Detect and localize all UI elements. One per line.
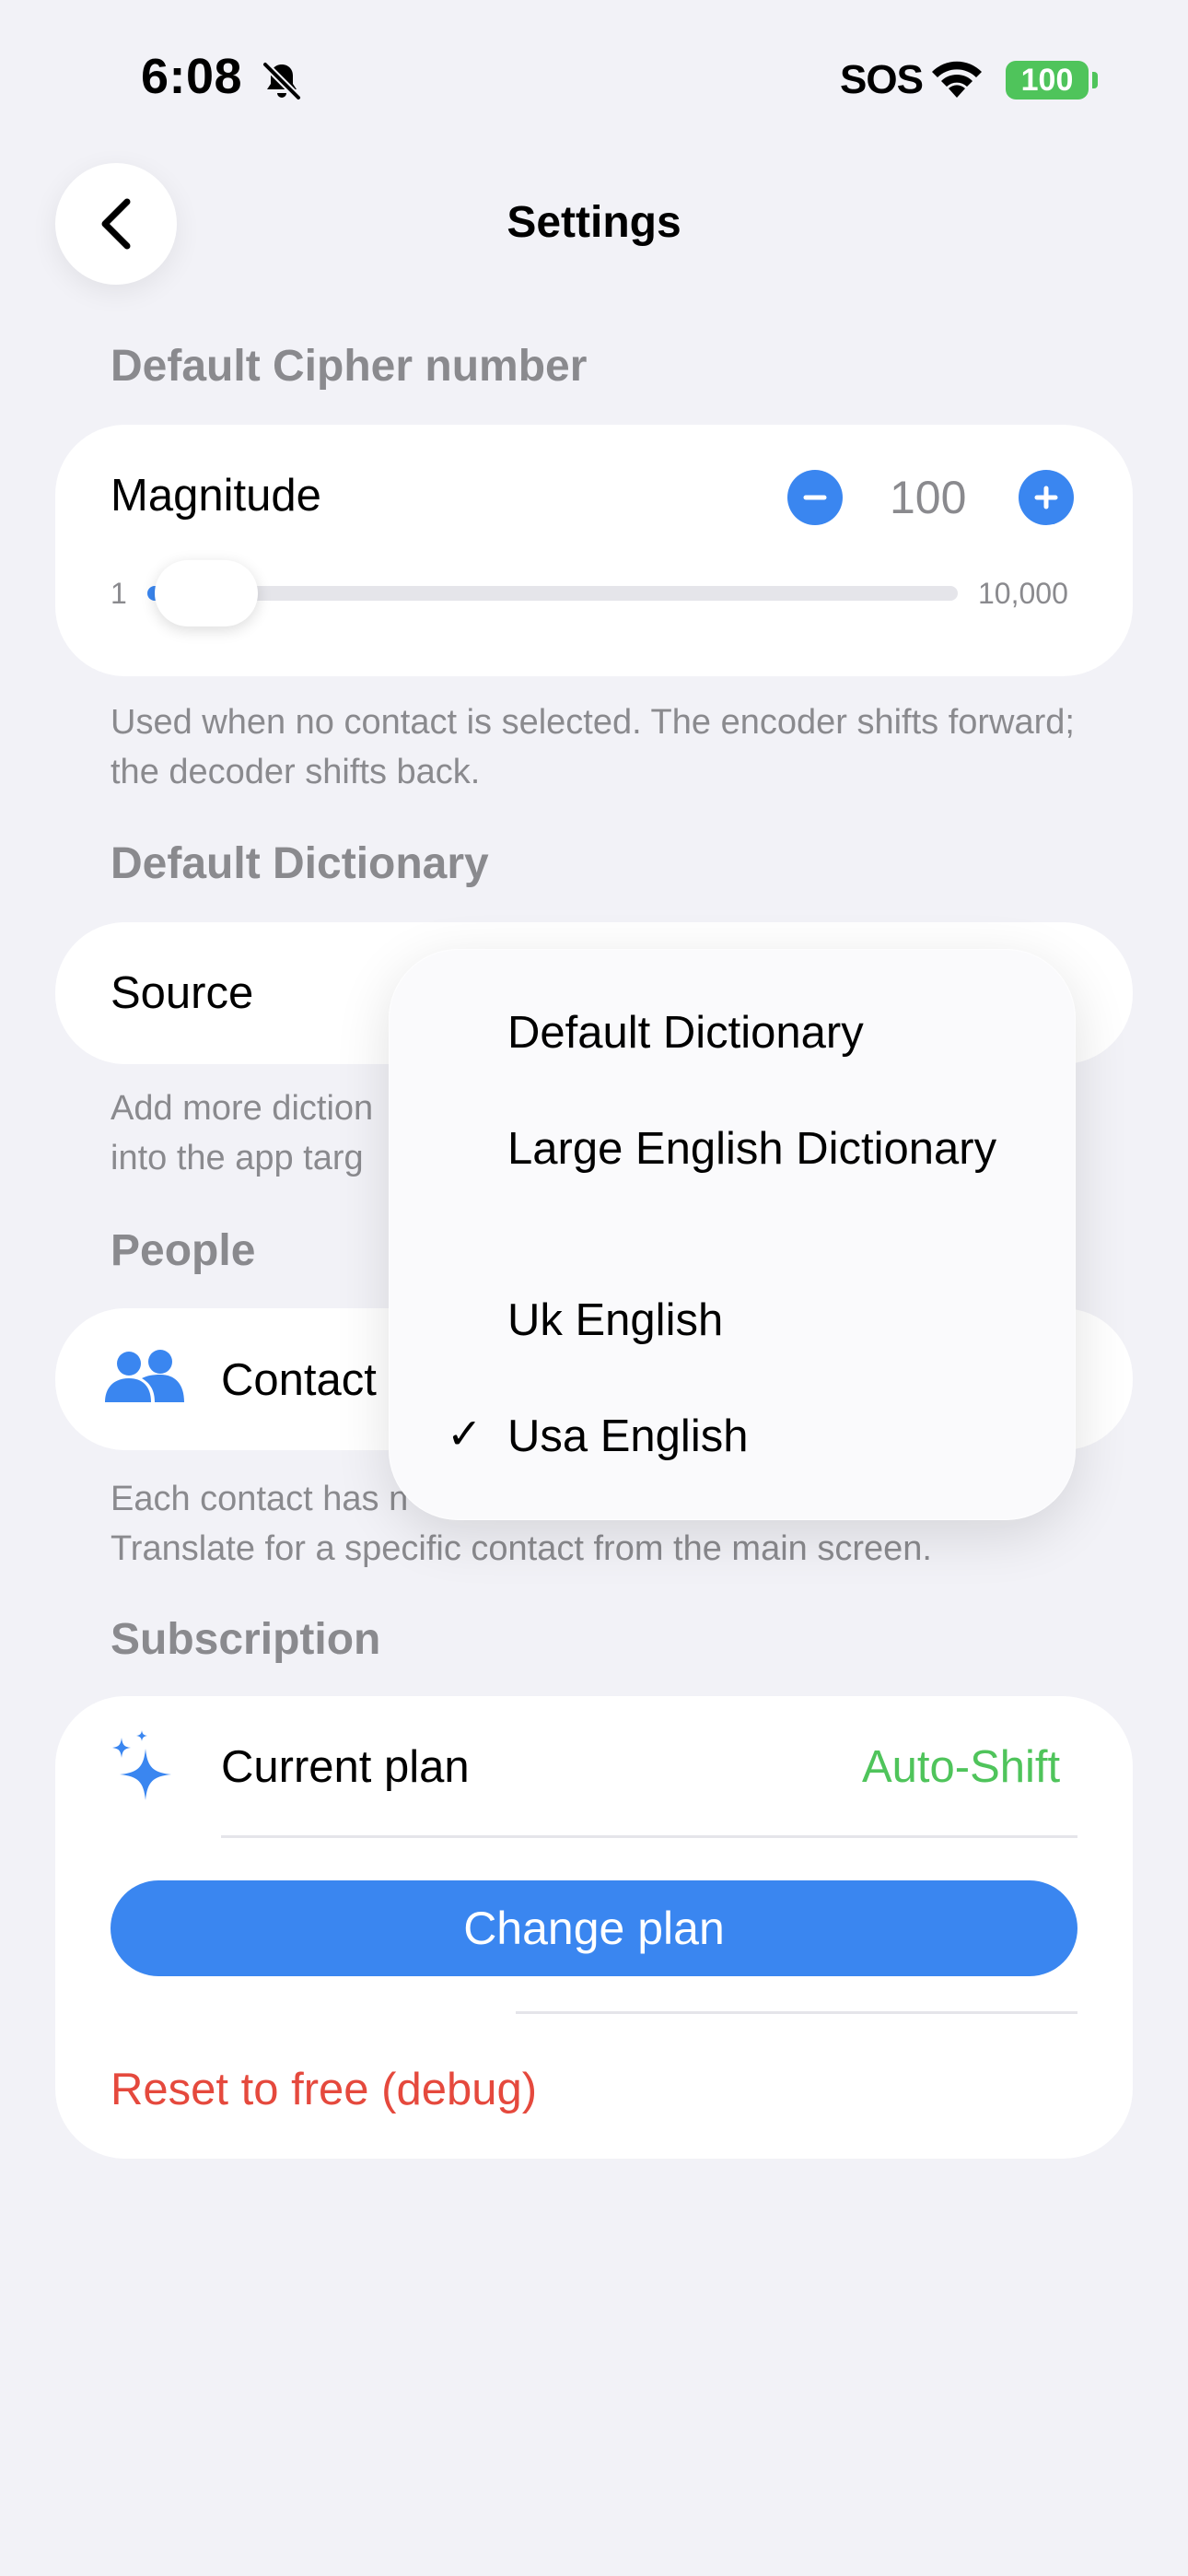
magnitude-label: Magnitude [111,471,321,521]
slider-min-label: 1 [111,577,127,610]
magnitude-card [55,425,1133,676]
cipher-footnote: Used when no contact is selected. The en… [111,703,1075,791]
contact-label: Contact [221,1355,377,1405]
minus-icon [803,495,827,500]
menu-item-default-dictionary[interactable]: Default Dictionary [507,1005,1023,1060]
sparkles-icon [112,1730,171,1800]
magnitude-value: 100 [890,472,967,523]
section-header-subscription: Subscription [111,1615,381,1664]
menu-item-large-english-dictionary[interactable]: Large English Dictionary [507,1121,1023,1177]
section-header-cipher: Default Cipher number [111,342,588,391]
checkmark-icon: ✓ [447,1410,483,1458]
status-time: 6:08 [141,49,243,104]
wifi-icon [932,61,982,98]
menu-item-usa-english[interactable]: Usa English [507,1409,1023,1464]
current-plan-label: Current plan [221,1742,470,1792]
people-icon [105,1350,184,1402]
battery-tip [1092,72,1098,88]
divider [221,1835,1077,1838]
divider [516,2011,1077,2014]
menu-item-uk-english[interactable]: Uk English [507,1293,1023,1348]
source-label: Source [111,968,254,1018]
page-title: Settings [507,198,681,247]
change-plan-button[interactable]: Change plan [111,1880,1077,1976]
slider-thumb[interactable] [155,560,258,626]
section-header-dictionary: Default Dictionary [111,839,489,888]
slider-track[interactable] [147,586,958,601]
bell-slash-icon [262,62,301,100]
battery-icon: 100 [1006,61,1089,100]
people-footnote-2: Translate for a specific contact from th… [111,1529,932,1568]
current-plan-value: Auto-Shift [862,1742,1061,1792]
reset-button[interactable]: Reset to free (debug) [111,2064,537,2115]
section-header-people: People [111,1226,256,1275]
plus-icon [1034,486,1058,509]
dictionary-menu: Default Dictionary Large English Diction… [389,949,1076,1520]
decrement-button[interactable] [787,470,843,525]
slider-max-label: 10,000 [978,577,1068,610]
increment-button[interactable] [1019,470,1074,525]
sos-indicator: SOS [840,57,924,102]
